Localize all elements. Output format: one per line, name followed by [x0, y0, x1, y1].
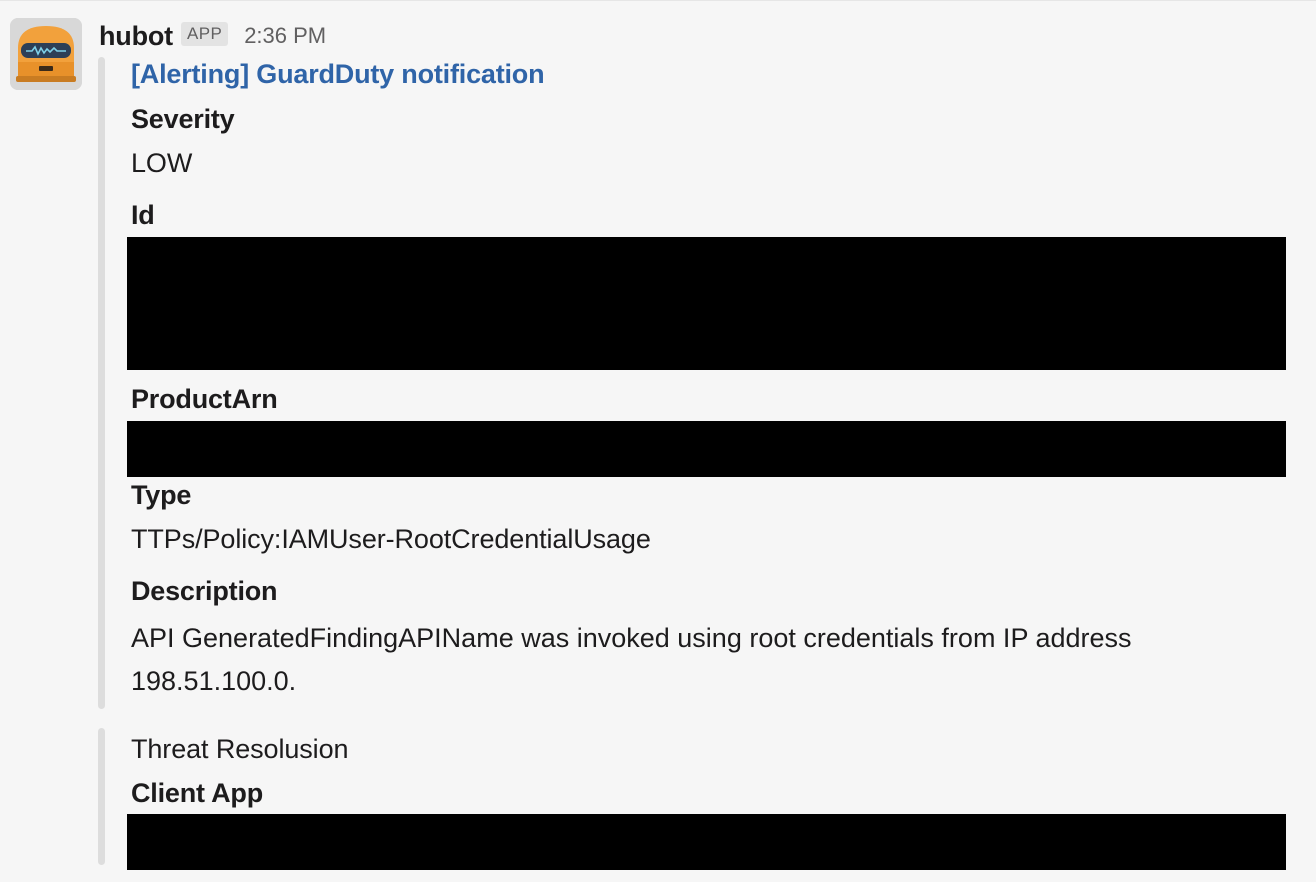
message-view: hubot APP 2:36 PM [Alerting] GuardDuty n…	[0, 0, 1316, 882]
attachment-color-bar	[98, 728, 105, 865]
client-app-value-redacted	[127, 814, 1286, 870]
threat-resolution-text: Threat Resolusion	[131, 734, 349, 764]
sender-name[interactable]: hubot	[99, 21, 173, 52]
description-label: Description	[131, 576, 278, 606]
type-label: Type	[131, 480, 192, 510]
attachment-color-bar	[98, 57, 105, 709]
message-header: hubot APP 2:36 PM	[99, 16, 326, 56]
id-value-redacted	[127, 237, 1286, 370]
severity-label: Severity	[131, 104, 235, 134]
attachment-title-link[interactable]: [Alerting] GuardDuty notification	[131, 59, 545, 90]
app-badge: APP	[180, 22, 229, 46]
product-arn-label: ProductArn	[131, 384, 278, 414]
bot-avatar[interactable]	[10, 18, 82, 90]
robot-avatar-icon	[10, 18, 82, 90]
client-app-label: Client App	[131, 778, 263, 808]
type-value: TTPs/Policy:IAMUser-RootCredentialUsage	[131, 524, 651, 554]
message-timestamp[interactable]: 2:36 PM	[244, 23, 326, 49]
severity-value: LOW	[131, 148, 193, 178]
description-value: API GeneratedFindingAPIName was invoked …	[131, 623, 1132, 696]
id-label: Id	[131, 200, 155, 230]
product-arn-value-redacted	[127, 421, 1286, 477]
